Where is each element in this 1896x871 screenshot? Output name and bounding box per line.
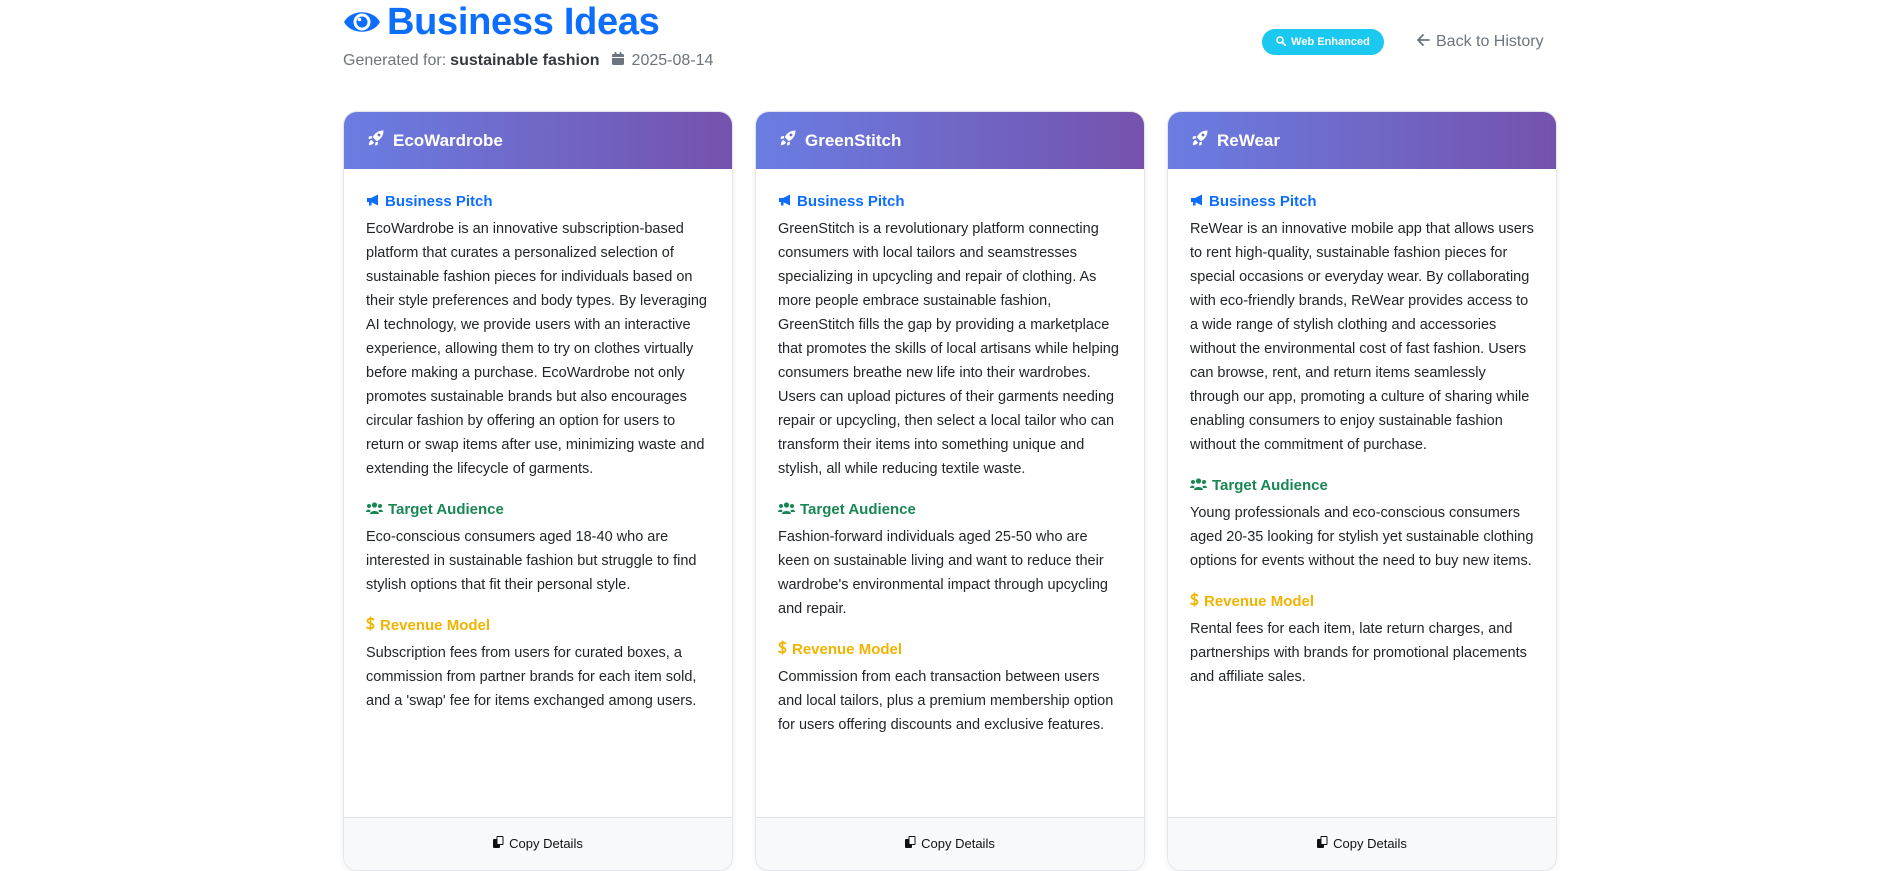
dollar-icon [366,616,375,635]
idea-card: GreenStitch Business Pitch GreenStitch i… [755,111,1145,871]
card-footer: Copy Details [344,817,732,870]
pitch-heading: Business Pitch [778,191,1122,211]
dollar-icon [778,640,787,659]
users-icon [366,501,383,518]
search-icon [1276,35,1287,49]
pitch-text: GreenStitch is a revolutionary platform … [778,221,1119,477]
megaphone-icon [366,193,380,210]
revenue-text: Commission from each transaction between… [778,669,1114,733]
eye-icon [343,5,381,39]
revenue-heading-label: Revenue Model [380,616,491,634]
revenue-heading-label: Revenue Model [1204,592,1315,610]
badge-label: Web Enhanced [1291,36,1370,48]
card-body: Business Pitch ReWear is an innovative m… [1168,169,1556,689]
pitch-heading-label: Business Pitch [385,192,493,210]
card-title: ReWear [1217,130,1280,150]
audience-heading: Target Audience [1190,475,1534,495]
generated-for-line: Generated for: sustainable fashion 2025-… [343,52,713,70]
card-footer: Copy Details [1168,817,1556,870]
copy-details-label: Copy Details [1333,836,1407,851]
card-header: EcoWardrobe [344,112,732,169]
users-icon [1190,477,1207,494]
audience-heading-label: Target Audience [388,500,504,518]
audience-heading-label: Target Audience [1212,476,1328,494]
pitch-heading-label: Business Pitch [1209,192,1317,210]
web-enhanced-badge: Web Enhanced [1262,29,1384,55]
arrow-left-icon [1417,33,1430,51]
revenue-heading: Revenue Model [366,615,710,635]
card-title: GreenStitch [805,130,902,150]
idea-card: ReWear Business Pitch ReWear is an innov… [1167,111,1557,871]
generated-date: 2025-08-14 [631,52,714,69]
copy-details-label: Copy Details [921,836,995,851]
copy-details-label: Copy Details [509,836,583,851]
rocket-icon [368,130,384,151]
audience-heading: Target Audience [778,499,1122,519]
card-header: ReWear [1168,112,1556,169]
revenue-heading: Revenue Model [778,639,1122,659]
audience-text: Fashion-forward individuals aged 25-50 w… [778,529,1108,617]
audience-heading-label: Target Audience [800,500,916,518]
page-container: Business Ideas Generated for: sustainabl… [343,0,1563,871]
card-footer: Copy Details [756,817,1144,870]
copy-details-button[interactable]: Copy Details [344,836,732,851]
card-title: EcoWardrobe [393,130,503,150]
idea-cards: EcoWardrobe Business Pitch EcoWardrobe i… [343,111,1557,871]
revenue-text: Rental fees for each item, late return c… [1190,621,1527,685]
dollar-icon [1190,592,1199,611]
copy-icon [1317,836,1328,851]
rocket-icon [780,130,796,151]
generated-for-label: Generated for: [343,52,447,69]
pitch-text: ReWear is an innovative mobile app that … [1190,221,1534,453]
rocket-icon [1192,130,1208,151]
pitch-heading-label: Business Pitch [797,192,905,210]
audience-text: Eco-conscious consumers aged 18-40 who a… [366,529,697,593]
copy-icon [905,836,916,851]
back-to-history-link[interactable]: Back to History [1417,33,1544,51]
idea-card: EcoWardrobe Business Pitch EcoWardrobe i… [343,111,733,871]
pitch-text: EcoWardrobe is an innovative subscriptio… [366,221,707,477]
card-body: Business Pitch EcoWardrobe is an innovat… [344,169,732,713]
page-header: Business Ideas [343,0,660,44]
copy-icon [493,836,504,851]
megaphone-icon [778,193,792,210]
users-icon [778,501,795,518]
topic-text: sustainable fashion [450,52,600,69]
page-title: Business Ideas [387,1,660,43]
copy-details-button[interactable]: Copy Details [1168,836,1556,851]
pitch-heading: Business Pitch [1190,191,1534,211]
card-body: Business Pitch GreenStitch is a revoluti… [756,169,1144,737]
megaphone-icon [1190,193,1204,210]
revenue-heading: Revenue Model [1190,591,1534,611]
audience-text: Young professionals and eco-conscious co… [1190,505,1534,569]
calendar-icon [611,52,624,70]
audience-heading: Target Audience [366,499,710,519]
copy-details-button[interactable]: Copy Details [756,836,1144,851]
pitch-heading: Business Pitch [366,191,710,211]
revenue-text: Subscription fees from users for curated… [366,645,697,709]
card-header: GreenStitch [756,112,1144,169]
back-link-label: Back to History [1436,33,1544,50]
revenue-heading-label: Revenue Model [792,640,903,658]
